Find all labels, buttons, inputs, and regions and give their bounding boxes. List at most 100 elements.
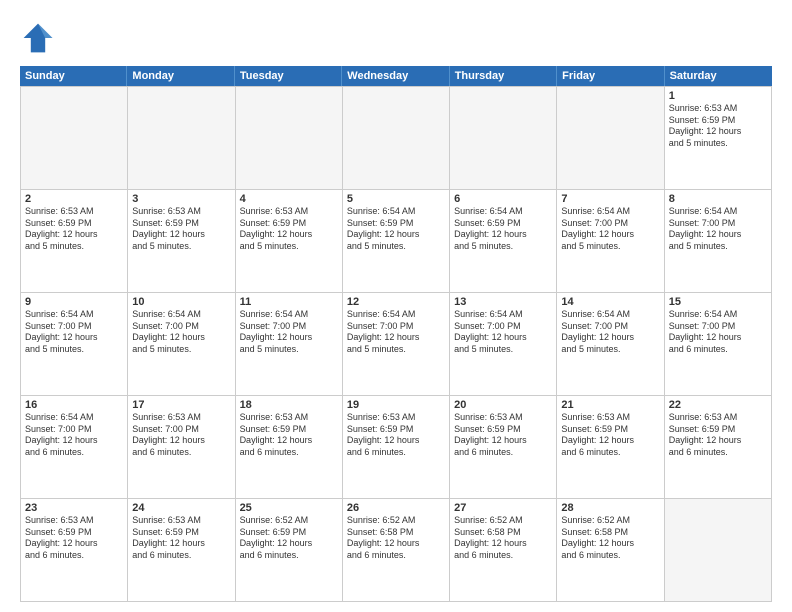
day-number: 4 xyxy=(240,193,338,205)
day-info: Sunrise: 6:54 AM Sunset: 7:00 PM Dayligh… xyxy=(25,412,123,459)
day-number: 25 xyxy=(240,502,338,514)
calendar-cell: 22Sunrise: 6:53 AM Sunset: 6:59 PM Dayli… xyxy=(665,396,772,499)
day-info: Sunrise: 6:54 AM Sunset: 7:00 PM Dayligh… xyxy=(347,309,445,356)
header-day-sunday: Sunday xyxy=(20,66,127,86)
day-number: 5 xyxy=(347,193,445,205)
calendar-cell: 2Sunrise: 6:53 AM Sunset: 6:59 PM Daylig… xyxy=(21,190,128,293)
day-info: Sunrise: 6:53 AM Sunset: 6:59 PM Dayligh… xyxy=(454,412,552,459)
day-number: 8 xyxy=(669,193,767,205)
calendar-cell: 23Sunrise: 6:53 AM Sunset: 6:59 PM Dayli… xyxy=(21,499,128,602)
day-info: Sunrise: 6:53 AM Sunset: 6:59 PM Dayligh… xyxy=(240,206,338,253)
day-number: 26 xyxy=(347,502,445,514)
day-info: Sunrise: 6:53 AM Sunset: 6:59 PM Dayligh… xyxy=(132,515,230,562)
calendar-cell: 9Sunrise: 6:54 AM Sunset: 7:00 PM Daylig… xyxy=(21,293,128,396)
day-number: 7 xyxy=(561,193,659,205)
day-info: Sunrise: 6:53 AM Sunset: 6:59 PM Dayligh… xyxy=(25,206,123,253)
calendar-row-2: 2Sunrise: 6:53 AM Sunset: 6:59 PM Daylig… xyxy=(21,190,772,293)
day-number: 15 xyxy=(669,296,767,308)
calendar-cell: 13Sunrise: 6:54 AM Sunset: 7:00 PM Dayli… xyxy=(450,293,557,396)
calendar-cell: 5Sunrise: 6:54 AM Sunset: 6:59 PM Daylig… xyxy=(343,190,450,293)
calendar: SundayMondayTuesdayWednesdayThursdayFrid… xyxy=(20,66,772,602)
logo xyxy=(20,20,60,56)
day-number: 21 xyxy=(561,399,659,411)
day-number: 19 xyxy=(347,399,445,411)
day-number: 20 xyxy=(454,399,552,411)
calendar-cell xyxy=(128,87,235,190)
day-info: Sunrise: 6:52 AM Sunset: 6:59 PM Dayligh… xyxy=(240,515,338,562)
day-number: 24 xyxy=(132,502,230,514)
calendar-row-4: 16Sunrise: 6:54 AM Sunset: 7:00 PM Dayli… xyxy=(21,396,772,499)
calendar-cell: 1Sunrise: 6:53 AM Sunset: 6:59 PM Daylig… xyxy=(665,87,772,190)
header-day-monday: Monday xyxy=(127,66,234,86)
day-info: Sunrise: 6:54 AM Sunset: 7:00 PM Dayligh… xyxy=(240,309,338,356)
calendar-body: 1Sunrise: 6:53 AM Sunset: 6:59 PM Daylig… xyxy=(20,86,772,602)
calendar-cell: 17Sunrise: 6:53 AM Sunset: 7:00 PM Dayli… xyxy=(128,396,235,499)
day-number: 28 xyxy=(561,502,659,514)
day-info: Sunrise: 6:53 AM Sunset: 6:59 PM Dayligh… xyxy=(669,412,767,459)
calendar-cell: 26Sunrise: 6:52 AM Sunset: 6:58 PM Dayli… xyxy=(343,499,450,602)
day-number: 23 xyxy=(25,502,123,514)
day-info: Sunrise: 6:54 AM Sunset: 7:00 PM Dayligh… xyxy=(454,309,552,356)
header-day-friday: Friday xyxy=(557,66,664,86)
calendar-cell: 6Sunrise: 6:54 AM Sunset: 6:59 PM Daylig… xyxy=(450,190,557,293)
logo-icon xyxy=(20,20,56,56)
day-info: Sunrise: 6:54 AM Sunset: 7:00 PM Dayligh… xyxy=(25,309,123,356)
day-info: Sunrise: 6:54 AM Sunset: 7:00 PM Dayligh… xyxy=(669,309,767,356)
day-info: Sunrise: 6:54 AM Sunset: 7:00 PM Dayligh… xyxy=(669,206,767,253)
header-day-tuesday: Tuesday xyxy=(235,66,342,86)
calendar-cell xyxy=(665,499,772,602)
day-info: Sunrise: 6:53 AM Sunset: 6:59 PM Dayligh… xyxy=(132,206,230,253)
calendar-cell xyxy=(21,87,128,190)
calendar-cell: 7Sunrise: 6:54 AM Sunset: 7:00 PM Daylig… xyxy=(557,190,664,293)
day-number: 6 xyxy=(454,193,552,205)
day-number: 12 xyxy=(347,296,445,308)
calendar-cell: 11Sunrise: 6:54 AM Sunset: 7:00 PM Dayli… xyxy=(236,293,343,396)
calendar-cell xyxy=(343,87,450,190)
calendar-cell: 16Sunrise: 6:54 AM Sunset: 7:00 PM Dayli… xyxy=(21,396,128,499)
day-info: Sunrise: 6:53 AM Sunset: 7:00 PM Dayligh… xyxy=(132,412,230,459)
day-number: 17 xyxy=(132,399,230,411)
header-day-thursday: Thursday xyxy=(450,66,557,86)
calendar-cell: 8Sunrise: 6:54 AM Sunset: 7:00 PM Daylig… xyxy=(665,190,772,293)
day-info: Sunrise: 6:53 AM Sunset: 6:59 PM Dayligh… xyxy=(240,412,338,459)
calendar-cell: 20Sunrise: 6:53 AM Sunset: 6:59 PM Dayli… xyxy=(450,396,557,499)
calendar-cell xyxy=(236,87,343,190)
day-number: 9 xyxy=(25,296,123,308)
day-info: Sunrise: 6:53 AM Sunset: 6:59 PM Dayligh… xyxy=(669,103,767,150)
calendar-cell: 24Sunrise: 6:53 AM Sunset: 6:59 PM Dayli… xyxy=(128,499,235,602)
day-info: Sunrise: 6:53 AM Sunset: 6:59 PM Dayligh… xyxy=(25,515,123,562)
calendar-row-5: 23Sunrise: 6:53 AM Sunset: 6:59 PM Dayli… xyxy=(21,499,772,602)
calendar-cell xyxy=(450,87,557,190)
calendar-cell: 19Sunrise: 6:53 AM Sunset: 6:59 PM Dayli… xyxy=(343,396,450,499)
day-number: 10 xyxy=(132,296,230,308)
calendar-cell: 4Sunrise: 6:53 AM Sunset: 6:59 PM Daylig… xyxy=(236,190,343,293)
day-info: Sunrise: 6:54 AM Sunset: 7:00 PM Dayligh… xyxy=(561,206,659,253)
calendar-cell: 21Sunrise: 6:53 AM Sunset: 6:59 PM Dayli… xyxy=(557,396,664,499)
day-info: Sunrise: 6:54 AM Sunset: 6:59 PM Dayligh… xyxy=(454,206,552,253)
calendar-cell xyxy=(557,87,664,190)
calendar-row-3: 9Sunrise: 6:54 AM Sunset: 7:00 PM Daylig… xyxy=(21,293,772,396)
day-number: 3 xyxy=(132,193,230,205)
day-info: Sunrise: 6:52 AM Sunset: 6:58 PM Dayligh… xyxy=(454,515,552,562)
calendar-cell: 10Sunrise: 6:54 AM Sunset: 7:00 PM Dayli… xyxy=(128,293,235,396)
day-number: 22 xyxy=(669,399,767,411)
day-info: Sunrise: 6:54 AM Sunset: 7:00 PM Dayligh… xyxy=(132,309,230,356)
calendar-cell: 25Sunrise: 6:52 AM Sunset: 6:59 PM Dayli… xyxy=(236,499,343,602)
page: SundayMondayTuesdayWednesdayThursdayFrid… xyxy=(0,0,792,612)
calendar-cell: 14Sunrise: 6:54 AM Sunset: 7:00 PM Dayli… xyxy=(557,293,664,396)
calendar-cell: 15Sunrise: 6:54 AM Sunset: 7:00 PM Dayli… xyxy=(665,293,772,396)
day-info: Sunrise: 6:52 AM Sunset: 6:58 PM Dayligh… xyxy=(347,515,445,562)
calendar-cell: 18Sunrise: 6:53 AM Sunset: 6:59 PM Dayli… xyxy=(236,396,343,499)
day-info: Sunrise: 6:53 AM Sunset: 6:59 PM Dayligh… xyxy=(347,412,445,459)
calendar-cell: 12Sunrise: 6:54 AM Sunset: 7:00 PM Dayli… xyxy=(343,293,450,396)
day-number: 18 xyxy=(240,399,338,411)
day-number: 27 xyxy=(454,502,552,514)
calendar-row-1: 1Sunrise: 6:53 AM Sunset: 6:59 PM Daylig… xyxy=(21,87,772,190)
day-number: 16 xyxy=(25,399,123,411)
day-number: 13 xyxy=(454,296,552,308)
calendar-cell: 3Sunrise: 6:53 AM Sunset: 6:59 PM Daylig… xyxy=(128,190,235,293)
calendar-cell: 27Sunrise: 6:52 AM Sunset: 6:58 PM Dayli… xyxy=(450,499,557,602)
day-number: 2 xyxy=(25,193,123,205)
day-number: 1 xyxy=(669,90,767,102)
header-day-saturday: Saturday xyxy=(665,66,772,86)
